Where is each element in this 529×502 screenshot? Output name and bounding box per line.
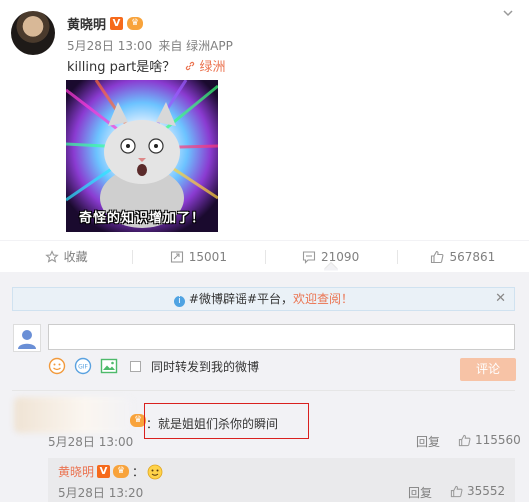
comment-toolbar: GIF 同时转发到我的微博 [48,357,259,375]
notice-highlight[interactable]: 欢迎查阅！ [293,292,353,306]
rumor-notice-banner: i #微博辟谣#平台，欢迎查阅！ ✕ [12,287,515,311]
comment-time[interactable]: 5月28日 13:00 [48,433,133,450]
post-date[interactable]: 5月28日 13:00 [67,39,152,53]
post-link-label: 绿洲 [199,60,226,75]
smile-emoji-icon [147,464,163,479]
comment-input[interactable] [48,324,515,350]
thumbs-up-icon [458,434,471,446]
thumbs-up-icon [431,250,444,263]
weibo-post: 黄晓明 V ♛ 5月28日 13:00 来自 绿洲APP killing part… [0,0,529,240]
image-upload-icon[interactable] [100,357,118,375]
star-icon [44,249,59,263]
like-button[interactable]: 567861 [396,241,529,272]
highlight-annotation-box [144,403,309,439]
sub-reply-time[interactable]: 5月28日 13:20 [58,484,143,501]
sub-reply-like-button[interactable]: 35552 [450,484,505,498]
link-icon [186,61,195,71]
author-avatar[interactable] [11,11,55,55]
blurred-commenter-avatar-and-name [14,397,132,433]
post-body: killing part是啥？ [67,60,176,75]
verified-badge-icon[interactable]: V [97,465,111,478]
action-bar: 收藏 15001 21090 567861 [0,240,529,273]
thumbs-up-icon [450,485,463,497]
repost-checkbox[interactable] [130,360,141,372]
svg-text:GIF: GIF [78,364,88,371]
comment-section: i #微博辟谣#平台，欢迎查阅！ ✕ GIF 同时转发到我的微博 评论 ♛ ：就是… [0,273,529,502]
sub-reply-reply-button[interactable]: 回复 [408,484,432,501]
close-icon[interactable]: ✕ [495,288,506,310]
like-count: 567861 [449,249,496,264]
sub-reply-author-row: 黄晓明 V ♛ ： [58,463,163,480]
divider [12,390,515,391]
comment-reply-button[interactable]: 回复 [416,433,440,450]
comment-like-button[interactable]: 115560 [458,433,521,447]
image-caption: 奇怪的知识增加了！ [78,211,205,226]
sub-reply: 黄晓明 V ♛ ： 5月28日 13:20 回复 35552 [48,458,515,502]
vip-crown-icon[interactable]: ♛ [113,465,130,478]
my-avatar[interactable] [13,324,41,352]
post-image[interactable]: 奇怪的知识增加了！ [66,80,218,232]
repost-checkbox-label[interactable]: 同时转发到我的微博 [151,358,259,375]
submit-comment-button[interactable]: 评论 [460,358,516,381]
post-text: killing part是啥？ 绿洲 [67,56,226,75]
active-tab-caret-icon [323,261,338,271]
default-avatar-icon [18,330,36,349]
gif-icon[interactable]: GIF [74,357,92,375]
colon-separator: ： [132,465,145,479]
comment-like-count: 115560 [475,433,521,447]
favorite-button[interactable]: 收藏 [0,241,132,272]
notice-text[interactable]: #微博辟谣#平台， [189,292,293,306]
favorite-label: 收藏 [63,250,88,264]
post-meta: 5月28日 13:00 来自 绿洲APP [67,37,239,54]
post-link[interactable]: 绿洲 [185,60,226,75]
verified-badge-icon[interactable]: V [110,17,124,30]
vip-crown-icon[interactable]: ♛ [127,17,144,30]
author-name[interactable]: 黄晓明 [67,14,106,33]
repost-button[interactable]: 15001 [132,241,264,272]
info-icon: i [173,296,185,307]
comment-icon [302,250,316,264]
repost-icon [170,250,183,263]
chevron-down-icon[interactable] [501,6,515,20]
sub-reply-like-count: 35552 [467,484,506,498]
author-row: 黄晓明 V ♛ [67,14,144,33]
comment-button[interactable]: 21090 [264,241,397,272]
post-source[interactable]: 来自 绿洲APP [158,39,233,53]
repost-count: 15001 [188,249,227,264]
emoji-icon[interactable] [48,357,66,375]
sub-reply-author[interactable]: 黄晓明 [58,463,94,480]
